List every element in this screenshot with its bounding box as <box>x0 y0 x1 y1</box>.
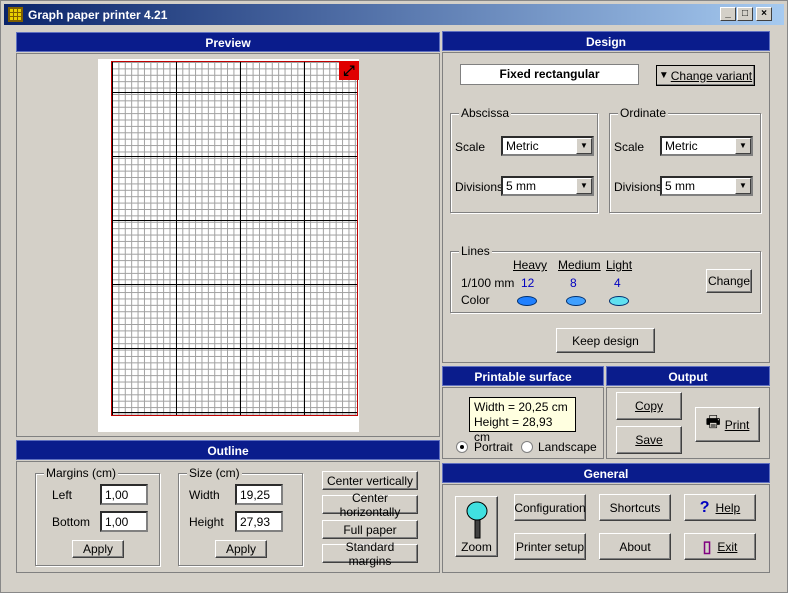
maximize-button[interactable]: □ <box>737 7 753 21</box>
keep-design-button[interactable]: Keep design <box>556 328 655 353</box>
width-label: Width <box>189 488 220 502</box>
center-horizontally-button[interactable]: Center horizontally <box>322 491 418 519</box>
printer-setup-button[interactable]: Printer setup <box>514 533 586 560</box>
preview-header: Preview <box>16 32 440 52</box>
ordinate-scale-select[interactable]: Metric ▼ <box>660 136 753 156</box>
height-input[interactable]: 27,93 <box>235 511 283 532</box>
printable-surface-panel: Width = 20,25 cm Height = 28,93 cm Portr… <box>442 387 604 459</box>
unit-label: 1/100 mm <box>461 276 515 290</box>
height-label: Height <box>189 515 224 529</box>
width-input[interactable]: 19,25 <box>235 484 283 505</box>
abscissa-label: Abscissa <box>459 106 512 120</box>
output-header: Output <box>606 366 770 386</box>
portrait-radio[interactable] <box>456 441 468 453</box>
triangle-down-icon: ▼ <box>658 70 669 81</box>
lines-label: Lines <box>459 244 492 258</box>
zoom-button[interactable]: Zoom <box>455 496 498 557</box>
ordinate-label: Ordinate <box>618 106 669 120</box>
print-button[interactable]: 🖶 Print <box>695 407 760 442</box>
exit-button[interactable]: ▯ Exit <box>684 533 756 560</box>
question-mark-icon: ? <box>699 498 710 516</box>
copy-button[interactable]: Copy <box>616 392 682 420</box>
dropdown-arrow-icon[interactable]: ▼ <box>735 178 751 194</box>
resize-arrow-icon[interactable]: ⤢ <box>339 61 359 80</box>
medium-label: Medium <box>558 258 601 272</box>
size-group: Size (cm) Width 19,25 Height 27,93 Apply <box>178 466 303 566</box>
heavy-width-value[interactable]: 12 <box>521 276 534 290</box>
variant-display: Fixed rectangular <box>460 64 639 85</box>
landscape-radio[interactable] <box>521 441 533 453</box>
change-lines-button[interactable]: Change <box>706 269 752 293</box>
surface-info-box: Width = 20,25 cm Height = 28,93 cm <box>469 397 576 444</box>
landscape-label[interactable]: Landscape <box>538 440 597 454</box>
app-window: Graph paper printer 4.21 _ □ × Preview ⤢… <box>0 0 788 593</box>
printer-icon: 🖶 <box>705 414 721 431</box>
change-variant-button[interactable]: ▼ Change variant <box>656 65 755 86</box>
standard-margins-button[interactable]: Standard margins <box>322 540 418 568</box>
graph-paper-app-icon <box>8 7 23 22</box>
bottom-margin-label: Bottom <box>52 515 91 529</box>
title-bar[interactable]: Graph paper printer 4.21 _ □ × <box>4 4 784 25</box>
abscissa-scale-select[interactable]: Metric ▼ <box>501 136 594 156</box>
margins-label: Margins (cm) <box>44 466 119 480</box>
outline-header: Outline <box>16 440 440 460</box>
general-panel: Zoom Configuration Shortcuts ? Help Print… <box>442 484 770 573</box>
paper-sheet: ⤢ <box>98 59 359 432</box>
configuration-button[interactable]: Configuration <box>514 494 586 521</box>
ordinate-divisions-label: Divisions <box>614 180 663 194</box>
size-apply-button[interactable]: Apply <box>215 540 267 558</box>
dropdown-arrow-icon[interactable]: ▼ <box>576 138 592 154</box>
dropdown-arrow-icon[interactable]: ▼ <box>576 178 592 194</box>
graph-grid <box>111 61 358 416</box>
dropdown-arrow-icon[interactable]: ▼ <box>735 138 751 154</box>
shortcuts-button[interactable]: Shortcuts <box>599 494 671 521</box>
left-margin-input[interactable]: 1,00 <box>100 484 148 505</box>
center-vertically-button[interactable]: Center vertically <box>322 471 418 490</box>
ordinate-scale-label: Scale <box>614 140 645 154</box>
heavy-color-swatch[interactable] <box>517 296 537 306</box>
abscissa-group: Abscissa Scale Metric ▼ Divisions 5 mm ▼ <box>450 106 598 213</box>
design-panel: Fixed rectangular ▼ Change variant Abscis… <box>442 52 770 363</box>
exit-door-icon: ▯ <box>702 538 712 556</box>
magnifier-icon <box>466 501 487 538</box>
margins-apply-button[interactable]: Apply <box>72 540 124 558</box>
ordinate-group: Ordinate Scale Metric ▼ Divisions 5 mm ▼ <box>609 106 761 213</box>
light-width-value[interactable]: 4 <box>614 276 621 290</box>
heavy-label: Heavy <box>513 258 548 272</box>
abscissa-divisions-label: Divisions <box>455 180 504 194</box>
bottom-margin-input[interactable]: 1,00 <box>100 511 148 532</box>
full-paper-button[interactable]: Full paper <box>322 520 418 539</box>
margins-group: Margins (cm) Left 1,00 Bottom 1,00 Apply <box>35 466 160 566</box>
printable-surface-header: Printable surface <box>442 366 604 386</box>
surface-width-text: Width = 20,25 cm <box>474 400 568 414</box>
medium-color-swatch[interactable] <box>566 296 586 306</box>
about-button[interactable]: About <box>599 533 671 560</box>
abscissa-divisions-select[interactable]: 5 mm ▼ <box>501 176 594 196</box>
help-button[interactable]: ? Help <box>684 494 756 521</box>
lines-group: Lines Heavy Medium Light 1/100 mm 12 8 4… <box>450 244 761 313</box>
outline-panel: Margins (cm) Left 1,00 Bottom 1,00 Apply… <box>16 461 440 573</box>
output-panel: Copy Save 🖶 Print <box>606 387 770 459</box>
left-margin-label: Left <box>52 488 73 502</box>
preview-panel: ⤢ <box>16 53 440 437</box>
medium-width-value[interactable]: 8 <box>570 276 577 290</box>
minimize-button[interactable]: _ <box>720 7 736 21</box>
light-label: Light <box>606 258 633 272</box>
portrait-label[interactable]: Portrait <box>474 440 513 454</box>
design-header: Design <box>442 31 770 51</box>
abscissa-scale-label: Scale <box>455 140 486 154</box>
save-button[interactable]: Save <box>616 426 682 454</box>
ordinate-divisions-select[interactable]: 5 mm ▼ <box>660 176 753 196</box>
color-label: Color <box>461 293 490 307</box>
general-header: General <box>442 463 770 483</box>
size-label: Size (cm) <box>187 466 242 480</box>
light-color-swatch[interactable] <box>609 296 629 306</box>
close-button[interactable]: × <box>756 7 772 21</box>
window-title: Graph paper printer 4.21 <box>28 8 168 22</box>
